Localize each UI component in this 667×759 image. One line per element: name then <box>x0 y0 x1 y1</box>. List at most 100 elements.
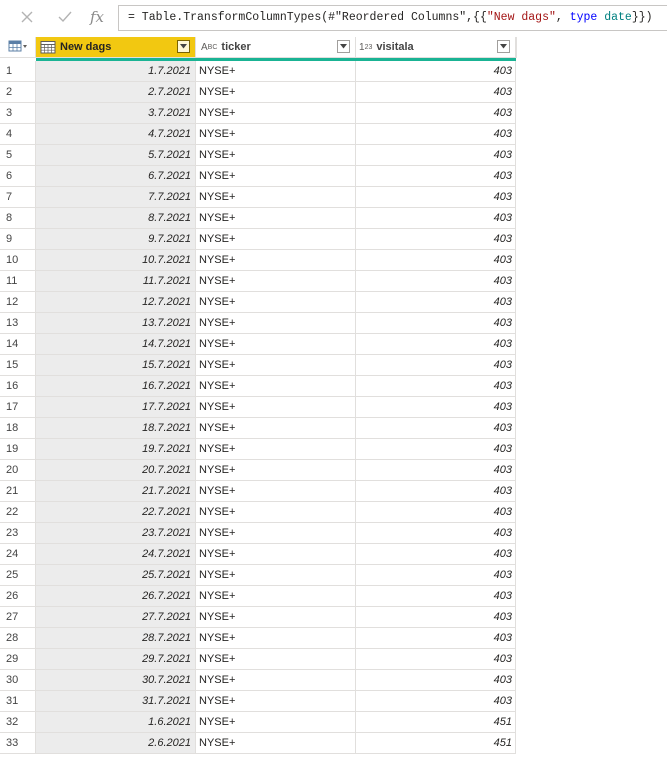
cell-visitala[interactable]: 403 <box>356 124 516 145</box>
cell-ticker[interactable]: NYSE+ <box>196 208 356 229</box>
cell-visitala[interactable]: 403 <box>356 187 516 208</box>
cell-new-dags[interactable]: 21.7.2021 <box>36 481 196 502</box>
cell-visitala[interactable]: 403 <box>356 355 516 376</box>
cell-ticker[interactable]: NYSE+ <box>196 271 356 292</box>
cell-visitala[interactable]: 403 <box>356 166 516 187</box>
cell-new-dags[interactable]: 31.7.2021 <box>36 691 196 712</box>
cell-new-dags[interactable]: 27.7.2021 <box>36 607 196 628</box>
cell-ticker[interactable]: NYSE+ <box>196 397 356 418</box>
cell-ticker[interactable]: NYSE+ <box>196 82 356 103</box>
cell-new-dags[interactable]: 15.7.2021 <box>36 355 196 376</box>
cell-visitala[interactable]: 403 <box>356 649 516 670</box>
cell-new-dags[interactable]: 1.7.2021 <box>36 61 196 82</box>
cell-new-dags[interactable]: 7.7.2021 <box>36 187 196 208</box>
cell-new-dags[interactable]: 29.7.2021 <box>36 649 196 670</box>
cell-ticker[interactable]: NYSE+ <box>196 187 356 208</box>
cell-visitala[interactable]: 403 <box>356 313 516 334</box>
fx-icon[interactable]: fx <box>86 6 108 28</box>
cell-new-dags[interactable]: 16.7.2021 <box>36 376 196 397</box>
cell-visitala[interactable]: 403 <box>356 250 516 271</box>
cell-visitala[interactable]: 403 <box>356 271 516 292</box>
cell-visitala[interactable]: 403 <box>356 418 516 439</box>
cell-ticker[interactable]: NYSE+ <box>196 355 356 376</box>
cell-ticker[interactable]: NYSE+ <box>196 691 356 712</box>
cell-ticker[interactable]: NYSE+ <box>196 229 356 250</box>
cell-ticker[interactable]: NYSE+ <box>196 334 356 355</box>
chevron-down-icon[interactable] <box>337 40 350 53</box>
cell-visitala[interactable]: 403 <box>356 460 516 481</box>
cell-ticker[interactable]: NYSE+ <box>196 628 356 649</box>
cell-visitala[interactable]: 403 <box>356 334 516 355</box>
cell-ticker[interactable]: NYSE+ <box>196 586 356 607</box>
cell-visitala[interactable]: 403 <box>356 502 516 523</box>
cell-visitala[interactable]: 403 <box>356 628 516 649</box>
cell-ticker[interactable]: NYSE+ <box>196 61 356 82</box>
chevron-down-icon[interactable] <box>497 40 510 53</box>
cell-ticker[interactable]: NYSE+ <box>196 670 356 691</box>
cell-ticker[interactable]: NYSE+ <box>196 376 356 397</box>
cell-new-dags[interactable]: 8.7.2021 <box>36 208 196 229</box>
column-header-visitala[interactable]: 123 visitala <box>356 37 516 58</box>
cell-visitala[interactable]: 403 <box>356 376 516 397</box>
cell-ticker[interactable]: NYSE+ <box>196 439 356 460</box>
cell-visitala[interactable]: 403 <box>356 292 516 313</box>
cell-visitala[interactable]: 403 <box>356 439 516 460</box>
table-menu-button[interactable] <box>0 37 36 58</box>
check-icon[interactable] <box>54 6 76 28</box>
cell-visitala[interactable]: 403 <box>356 523 516 544</box>
cell-new-dags[interactable]: 20.7.2021 <box>36 460 196 481</box>
cell-new-dags[interactable]: 28.7.2021 <box>36 628 196 649</box>
cell-new-dags[interactable]: 10.7.2021 <box>36 250 196 271</box>
cell-ticker[interactable]: NYSE+ <box>196 607 356 628</box>
cell-new-dags[interactable]: 25.7.2021 <box>36 565 196 586</box>
cell-ticker[interactable]: NYSE+ <box>196 418 356 439</box>
cell-ticker[interactable]: NYSE+ <box>196 502 356 523</box>
cell-new-dags[interactable]: 24.7.2021 <box>36 544 196 565</box>
cell-ticker[interactable]: NYSE+ <box>196 544 356 565</box>
cell-visitala[interactable]: 403 <box>356 691 516 712</box>
cell-new-dags[interactable]: 23.7.2021 <box>36 523 196 544</box>
cell-ticker[interactable]: NYSE+ <box>196 145 356 166</box>
cell-new-dags[interactable]: 13.7.2021 <box>36 313 196 334</box>
chevron-down-icon[interactable] <box>177 40 190 53</box>
cell-ticker[interactable]: NYSE+ <box>196 166 356 187</box>
cell-new-dags[interactable]: 2.7.2021 <box>36 82 196 103</box>
cell-new-dags[interactable]: 4.7.2021 <box>36 124 196 145</box>
cell-new-dags[interactable]: 6.7.2021 <box>36 166 196 187</box>
cell-visitala[interactable]: 451 <box>356 712 516 733</box>
cell-new-dags[interactable]: 3.7.2021 <box>36 103 196 124</box>
cell-visitala[interactable]: 403 <box>356 607 516 628</box>
cell-visitala[interactable]: 451 <box>356 733 516 754</box>
cell-visitala[interactable]: 403 <box>356 565 516 586</box>
cell-visitala[interactable]: 403 <box>356 670 516 691</box>
cell-visitala[interactable]: 403 <box>356 586 516 607</box>
cell-ticker[interactable]: NYSE+ <box>196 712 356 733</box>
formula-input[interactable]: = Table.TransformColumnTypes(#"Reordered… <box>118 5 667 31</box>
cell-visitala[interactable]: 403 <box>356 481 516 502</box>
cell-new-dags[interactable]: 12.7.2021 <box>36 292 196 313</box>
cell-ticker[interactable]: NYSE+ <box>196 124 356 145</box>
cell-ticker[interactable]: NYSE+ <box>196 733 356 754</box>
cell-visitala[interactable]: 403 <box>356 208 516 229</box>
cell-new-dags[interactable]: 30.7.2021 <box>36 670 196 691</box>
cell-new-dags[interactable]: 22.7.2021 <box>36 502 196 523</box>
close-icon[interactable] <box>16 6 38 28</box>
cell-ticker[interactable]: NYSE+ <box>196 250 356 271</box>
cell-new-dags[interactable]: 1.6.2021 <box>36 712 196 733</box>
cell-new-dags[interactable]: 14.7.2021 <box>36 334 196 355</box>
cell-new-dags[interactable]: 9.7.2021 <box>36 229 196 250</box>
cell-visitala[interactable]: 403 <box>356 61 516 82</box>
cell-visitala[interactable]: 403 <box>356 82 516 103</box>
cell-visitala[interactable]: 403 <box>356 145 516 166</box>
cell-visitala[interactable]: 403 <box>356 544 516 565</box>
cell-new-dags[interactable]: 2.6.2021 <box>36 733 196 754</box>
column-header-new-dags[interactable]: New dags <box>36 37 196 58</box>
cell-new-dags[interactable]: 5.7.2021 <box>36 145 196 166</box>
cell-new-dags[interactable]: 19.7.2021 <box>36 439 196 460</box>
cell-ticker[interactable]: NYSE+ <box>196 313 356 334</box>
cell-visitala[interactable]: 403 <box>356 103 516 124</box>
cell-new-dags[interactable]: 26.7.2021 <box>36 586 196 607</box>
cell-visitala[interactable]: 403 <box>356 397 516 418</box>
cell-new-dags[interactable]: 17.7.2021 <box>36 397 196 418</box>
cell-ticker[interactable]: NYSE+ <box>196 565 356 586</box>
